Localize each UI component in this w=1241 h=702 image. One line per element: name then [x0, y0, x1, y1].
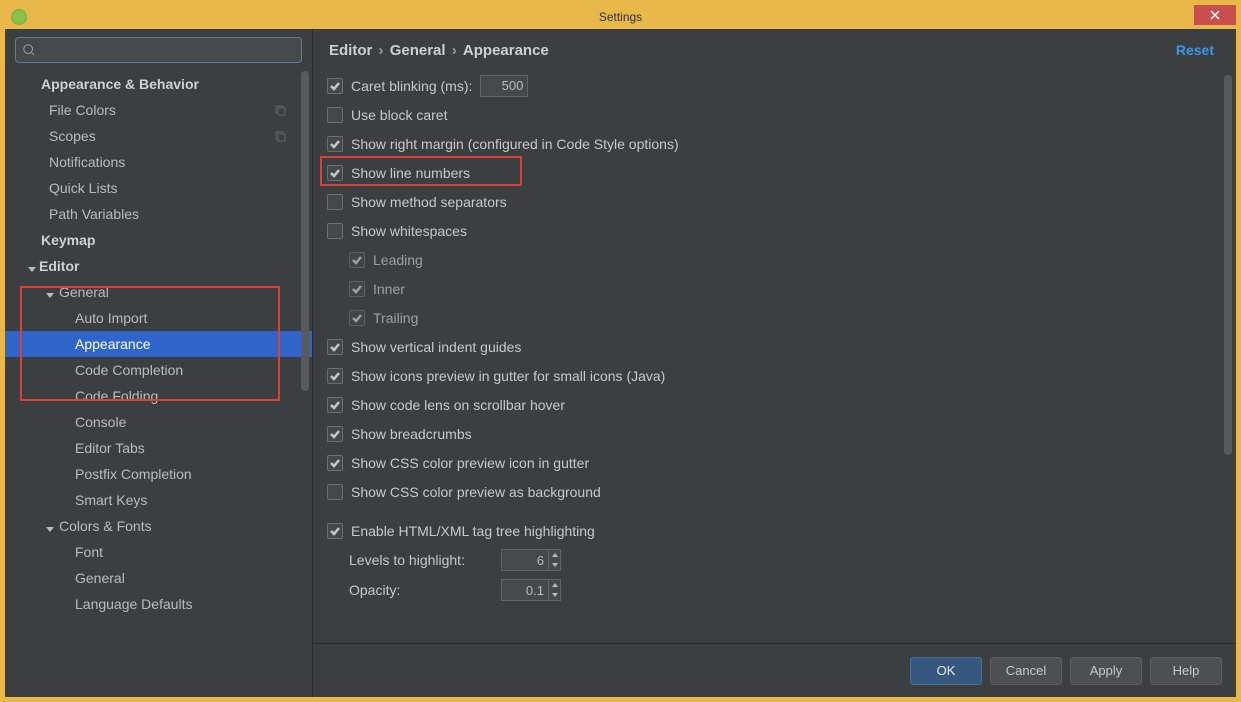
- help-button[interactable]: Help: [1150, 657, 1222, 685]
- option-ws-leading: Leading: [327, 245, 1236, 274]
- option-vertical-indent: Show vertical indent guides: [327, 332, 1236, 361]
- option-ws-inner: Inner: [327, 274, 1236, 303]
- tree-item-editor-tabs[interactable]: Editor Tabs: [5, 435, 312, 461]
- reset-link[interactable]: Reset: [1176, 42, 1220, 58]
- chevron-down-icon: [45, 521, 55, 531]
- settings-tree: Appearance & Behavior File Colors Scopes…: [5, 69, 312, 697]
- option-caret-blinking: Caret blinking (ms):: [327, 71, 1236, 100]
- tree-item-scopes[interactable]: Scopes: [5, 123, 312, 149]
- checkbox-ws-trailing[interactable]: [349, 310, 365, 326]
- apply-button[interactable]: Apply: [1070, 657, 1142, 685]
- option-code-lens: Show code lens on scrollbar hover: [327, 390, 1236, 419]
- field-levels: Levels to highlight: 6: [327, 545, 1236, 575]
- checkbox-css-gutter[interactable]: [327, 455, 343, 471]
- tree-item-smart-keys[interactable]: Smart Keys: [5, 487, 312, 513]
- tree-item-code-folding[interactable]: Code Folding: [5, 383, 312, 409]
- tree-item-colors-fonts[interactable]: Colors & Fonts: [5, 513, 312, 539]
- ok-button[interactable]: OK: [910, 657, 982, 685]
- cancel-button[interactable]: Cancel: [990, 657, 1062, 685]
- window-title: Settings: [599, 10, 642, 24]
- sidebar: Appearance & Behavior File Colors Scopes…: [5, 29, 313, 697]
- checkbox-ws-inner[interactable]: [349, 281, 365, 297]
- input-caret-blinking-ms[interactable]: [480, 75, 528, 97]
- tree-scrollbar[interactable]: [301, 71, 309, 391]
- tree-item-appearance-behavior[interactable]: Appearance & Behavior: [5, 71, 312, 97]
- field-opacity: Opacity: 0.1: [327, 575, 1236, 605]
- titlebar[interactable]: Settings: [5, 5, 1236, 29]
- checkbox-show-line-numbers[interactable]: [327, 165, 343, 181]
- spinner-up[interactable]: [549, 580, 560, 590]
- tree-item-notifications[interactable]: Notifications: [5, 149, 312, 175]
- option-css-gutter: Show CSS color preview icon in gutter: [327, 448, 1236, 477]
- option-show-right-margin: Show right margin (configured in Code St…: [327, 129, 1236, 158]
- checkbox-ws-leading[interactable]: [349, 252, 365, 268]
- option-show-method-separators: Show method separators: [327, 187, 1236, 216]
- main-panel: Editor › General › Appearance Reset Care…: [313, 29, 1236, 697]
- checkbox-show-whitespaces[interactable]: [327, 223, 343, 239]
- checkbox-use-block-caret[interactable]: [327, 107, 343, 123]
- app-icon: [11, 9, 27, 25]
- copy-icon: [274, 103, 286, 115]
- checkbox-vertical-indent[interactable]: [327, 339, 343, 355]
- checkbox-html-tag-tree[interactable]: [327, 523, 343, 539]
- checkbox-show-method-separators[interactable]: [327, 194, 343, 210]
- breadcrumb: Editor › General › Appearance: [329, 42, 1176, 59]
- settings-window: Settings Appearance & Behavior File Colo…: [5, 5, 1236, 697]
- chevron-down-icon: [45, 287, 55, 297]
- tree-item-general[interactable]: General: [5, 279, 312, 305]
- checkbox-caret-blinking[interactable]: [327, 78, 343, 94]
- chevron-down-icon: [27, 261, 37, 271]
- checkbox-show-right-margin[interactable]: [327, 136, 343, 152]
- options-scrollbar[interactable]: [1224, 75, 1232, 455]
- tree-item-editor[interactable]: Editor: [5, 253, 312, 279]
- tree-item-file-colors[interactable]: File Colors: [5, 97, 312, 123]
- option-show-whitespaces: Show whitespaces: [327, 216, 1236, 245]
- tree-item-cf-general[interactable]: General: [5, 565, 312, 591]
- spinner-up[interactable]: [549, 550, 560, 560]
- option-css-bg: Show CSS color preview as background: [327, 477, 1236, 506]
- option-ws-trailing: Trailing: [327, 303, 1236, 332]
- dialog-footer: OK Cancel Apply Help: [313, 643, 1236, 697]
- tree-item-keymap[interactable]: Keymap: [5, 227, 312, 253]
- tree-item-appearance[interactable]: Appearance: [5, 331, 312, 357]
- tree-item-code-completion[interactable]: Code Completion: [5, 357, 312, 383]
- options-panel: Caret blinking (ms): Use block caret Sho…: [313, 71, 1236, 643]
- search-box[interactable]: [15, 37, 302, 63]
- option-breadcrumbs: Show breadcrumbs: [327, 419, 1236, 448]
- spinner-opacity[interactable]: 0.1: [501, 579, 561, 601]
- checkbox-css-bg[interactable]: [327, 484, 343, 500]
- checkbox-icons-preview[interactable]: [327, 368, 343, 384]
- option-html-tag-tree: Enable HTML/XML tag tree highlighting: [327, 516, 1236, 545]
- copy-icon: [274, 129, 286, 141]
- option-show-line-numbers: Show line numbers: [327, 158, 1236, 187]
- spinner-down[interactable]: [549, 560, 560, 570]
- tree-item-postfix-completion[interactable]: Postfix Completion: [5, 461, 312, 487]
- checkbox-breadcrumbs[interactable]: [327, 426, 343, 442]
- tree-item-path-variables[interactable]: Path Variables: [5, 201, 312, 227]
- tree-item-console[interactable]: Console: [5, 409, 312, 435]
- option-icons-preview: Show icons preview in gutter for small i…: [327, 361, 1236, 390]
- spinner-levels[interactable]: 6: [501, 549, 561, 571]
- option-use-block-caret: Use block caret: [327, 100, 1236, 129]
- spinner-down[interactable]: [549, 590, 560, 600]
- close-icon: [1210, 10, 1220, 20]
- close-button[interactable]: [1194, 5, 1236, 25]
- search-icon: [22, 43, 36, 57]
- checkbox-code-lens[interactable]: [327, 397, 343, 413]
- tree-item-language-defaults[interactable]: Language Defaults: [5, 591, 312, 617]
- search-input[interactable]: [40, 43, 295, 58]
- tree-item-font[interactable]: Font: [5, 539, 312, 565]
- tree-item-quick-lists[interactable]: Quick Lists: [5, 175, 312, 201]
- tree-item-auto-import[interactable]: Auto Import: [5, 305, 312, 331]
